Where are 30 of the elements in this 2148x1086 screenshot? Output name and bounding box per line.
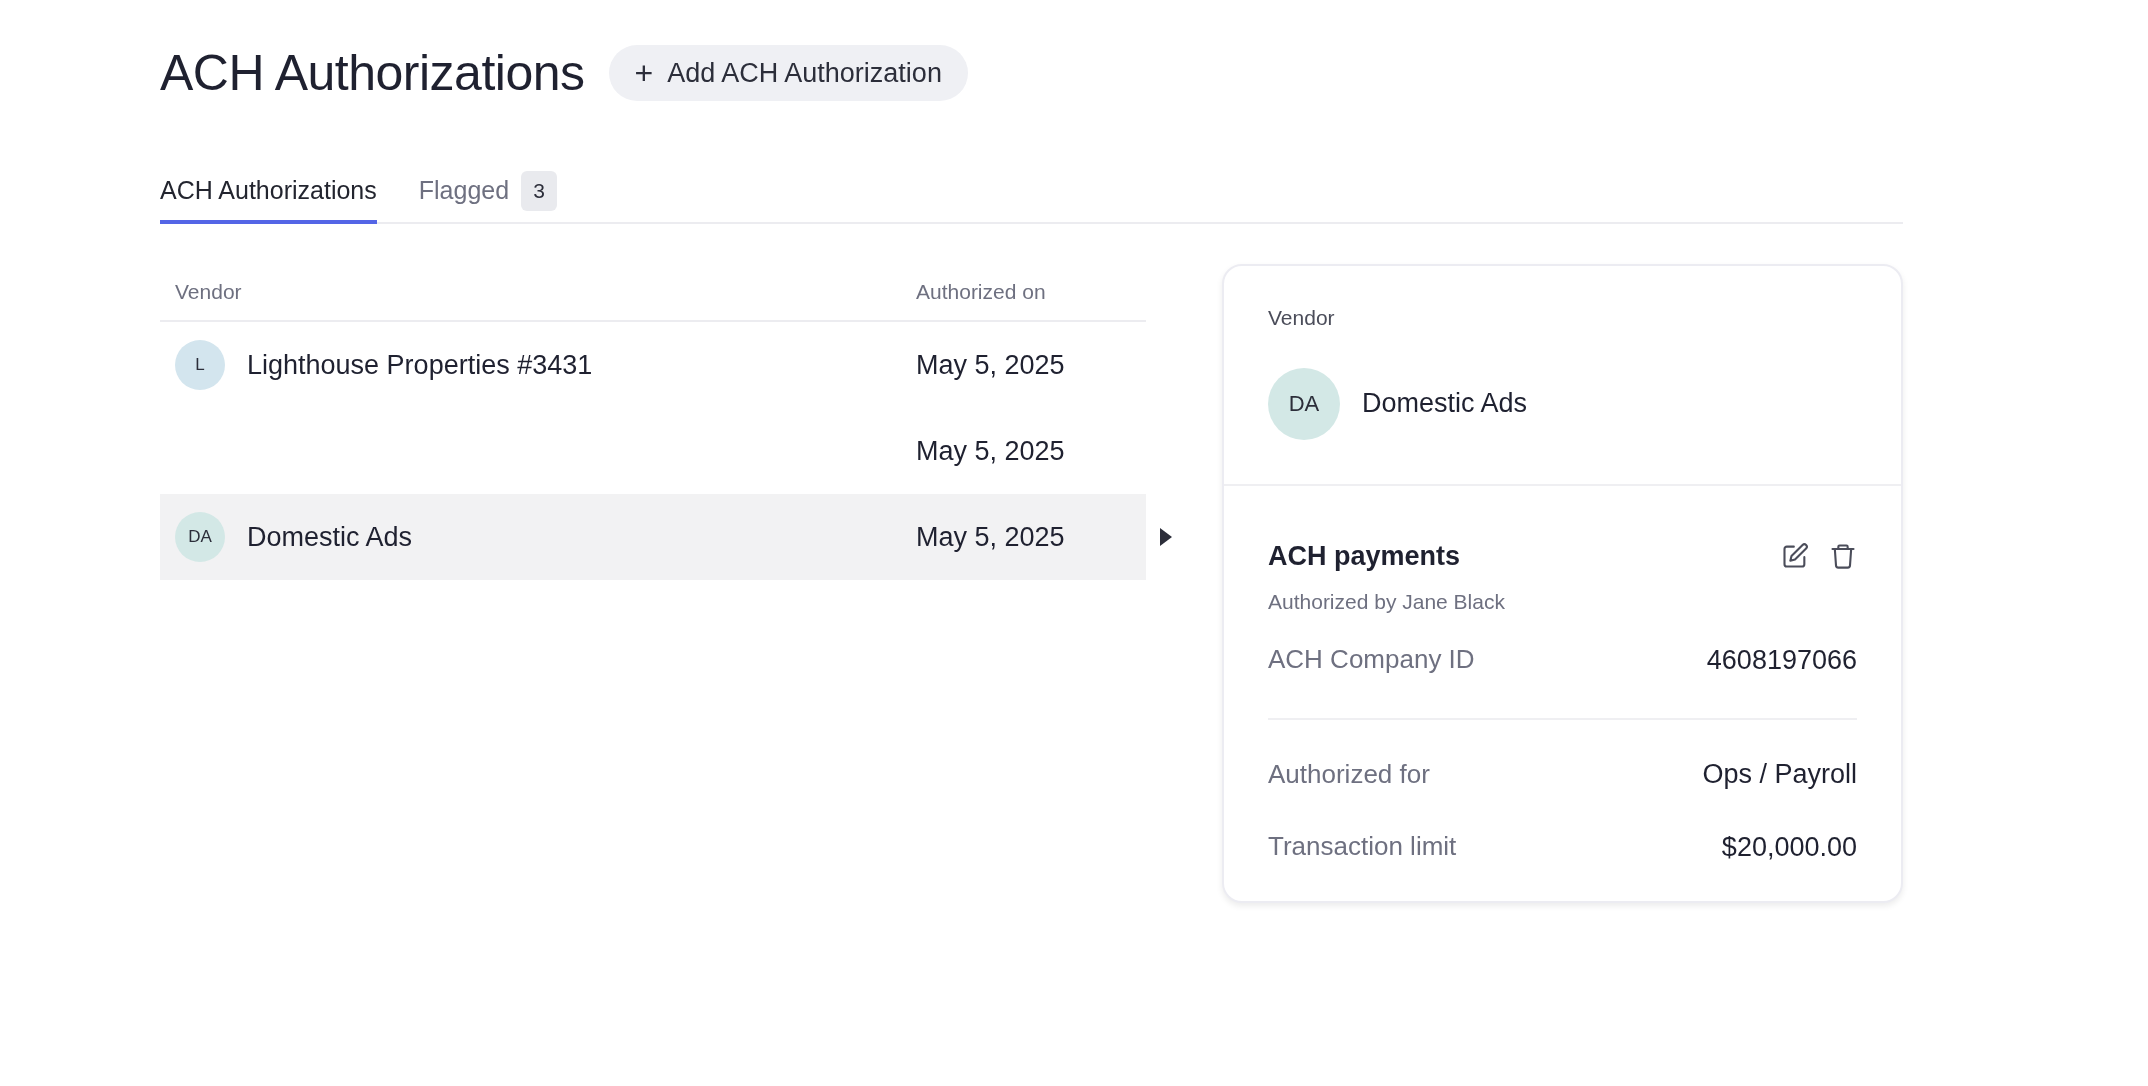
- vendor-name: Domestic Ads: [1362, 387, 1528, 421]
- count-badge: 3: [521, 171, 557, 211]
- tab[interactable]: ACH Authorizations: [160, 162, 377, 224]
- column-header: Authorized on: [916, 279, 1046, 306]
- date-cell-text: May 5, 2025: [916, 348, 1065, 382]
- section-title: ACH payments: [1268, 539, 1461, 573]
- vendor-avatar: DA: [175, 512, 225, 562]
- table-row[interactable]: DA Domestic Ads May 5, 2025: [160, 494, 1146, 580]
- edit-icon[interactable]: [1781, 541, 1809, 570]
- field-value: Ops / Payroll: [1702, 758, 1857, 791]
- vendor-name: Lighthouse Properties #3431: [247, 348, 593, 382]
- caret-right-icon: [1160, 528, 1172, 546]
- field-label: Transaction limit: [1268, 830, 1457, 864]
- column-header: Vendor: [174, 279, 243, 306]
- trash-icon[interactable]: [1829, 541, 1857, 570]
- page-title: ACH Authorizations: [160, 48, 585, 98]
- field-label: Vendor: [1268, 305, 1336, 331]
- authorized-by-text: Authorized by Jane Black: [1268, 589, 1506, 615]
- plus-icon: +: [634, 57, 654, 89]
- field-label: ACH Company ID: [1268, 643, 1475, 677]
- vendor-avatar: DA: [1268, 367, 1340, 440]
- field-label: Authorized for: [1268, 757, 1430, 791]
- date-cell-text: May 5, 2025: [916, 520, 1065, 554]
- vendor-name: Domestic Ads: [247, 520, 413, 554]
- date-cell-text: May 5, 2025: [916, 434, 1065, 468]
- vendor-avatar: L: [175, 340, 225, 390]
- field-value: 4608197066: [1706, 643, 1857, 677]
- add-authorization-button[interactable]: + Add ACH Authorization: [608, 45, 968, 101]
- tab[interactable]: Flagged 3: [418, 162, 557, 224]
- field-value: $20,000.00: [1721, 830, 1857, 864]
